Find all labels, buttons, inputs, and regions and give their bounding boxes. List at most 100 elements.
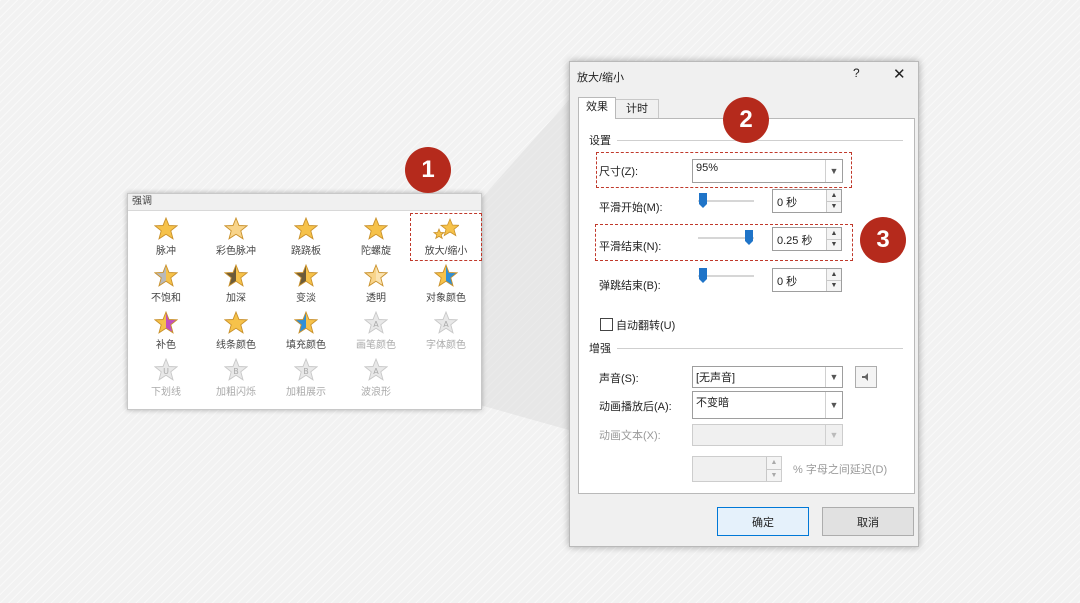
effect-label: 对象颜色 xyxy=(426,293,466,304)
star-brush-color-icon: A xyxy=(364,311,388,334)
svg-text:B: B xyxy=(303,367,309,376)
bounce-end-label: 弹跳结束(B): xyxy=(599,280,661,292)
effect-item: A 画笔颜色 xyxy=(341,308,411,354)
effect-label: 透明 xyxy=(366,293,386,304)
effect-item[interactable]: 跷跷板 xyxy=(271,214,341,260)
callout-1: 1 xyxy=(405,147,451,193)
effect-label: 跷跷板 xyxy=(291,246,321,257)
chevron-down-icon[interactable]: ▼ xyxy=(825,367,842,387)
smooth-start-label: 平滑开始(M): xyxy=(599,202,663,214)
effect-item: U 下划线 xyxy=(131,355,201,401)
spin-up-icon[interactable]: ▲ xyxy=(827,269,841,280)
star-bold-flash-icon: B xyxy=(224,358,248,381)
effect-item[interactable]: 补色 xyxy=(131,308,201,354)
spin-down-icon[interactable]: ▼ xyxy=(827,200,841,212)
after-animation-label: 动画播放后(A): xyxy=(599,401,672,413)
star-complementary-color-icon xyxy=(154,311,178,334)
star-grow-shrink-icon xyxy=(433,217,459,240)
bounce-end-spinner[interactable]: 0 秒 ▲ ▼ xyxy=(772,268,842,292)
star-spin-icon xyxy=(364,217,388,240)
enhancements-group-label: 增强 xyxy=(589,343,611,355)
star-pulse-icon xyxy=(154,217,178,240)
spin-down-icon[interactable]: ▼ xyxy=(827,279,841,291)
svg-text:A: A xyxy=(443,320,449,329)
size-highlight xyxy=(596,152,852,188)
effect-item[interactable]: 填充颜色 xyxy=(271,308,341,354)
smooth-end-highlight xyxy=(595,224,853,261)
letter-delay-label: % 字母之间延迟(D) xyxy=(793,464,888,476)
spin-down-icon: ▼ xyxy=(767,468,781,481)
star-fill-color-icon xyxy=(294,311,318,334)
effect-item[interactable]: 透明 xyxy=(341,261,411,307)
effect-item[interactable]: 脉冲 xyxy=(131,214,201,260)
dialog-title: 放大/缩小 xyxy=(577,72,625,84)
effect-item[interactable]: 加深 xyxy=(201,261,271,307)
chevron-down-icon[interactable]: ▼ xyxy=(825,392,842,418)
star-teeter-icon xyxy=(294,217,318,240)
help-icon[interactable]: ? xyxy=(853,66,860,80)
effect-label: 加粗展示 xyxy=(286,387,326,398)
tab-effect[interactable]: 效果 xyxy=(578,97,616,119)
effect-label: 脉冲 xyxy=(156,246,176,257)
emphasis-gallery: 强调 脉冲 彩色脉冲 跷跷板 陀螺旋 放大/缩小不饱和 加深 变淡 透明 对象颜色补色 线条颜色 填… xyxy=(127,193,482,410)
star-font-color-icon: A xyxy=(434,311,458,334)
bounce-end-slider[interactable] xyxy=(698,268,754,284)
tab-timing[interactable]: 计时 xyxy=(615,99,659,119)
auto-reverse-checkbox[interactable] xyxy=(600,318,613,331)
sound-combo[interactable]: [无声音] ▼ xyxy=(692,366,843,388)
svg-text:A: A xyxy=(373,320,379,329)
callout-3: 3 xyxy=(860,217,906,263)
effect-label: 不饱和 xyxy=(151,293,181,304)
star-desaturate-icon xyxy=(154,264,178,287)
animate-text-label: 动画文本(X): xyxy=(599,430,661,442)
effect-label: 画笔颜色 xyxy=(356,340,396,351)
star-wave-icon: A xyxy=(364,358,388,381)
slider-thumb[interactable] xyxy=(698,268,708,284)
effect-label: 变淡 xyxy=(296,293,316,304)
ok-button[interactable]: 确定 xyxy=(717,507,809,536)
effect-item: B 加粗展示 xyxy=(271,355,341,401)
star-transparency-icon xyxy=(364,264,388,287)
effect-label: 字体颜色 xyxy=(426,340,466,351)
star-line-color-icon xyxy=(224,311,248,334)
svg-text:B: B xyxy=(233,367,239,376)
star-underline-icon: U xyxy=(154,358,178,381)
settings-divider xyxy=(617,139,903,141)
cancel-button[interactable]: 取消 xyxy=(822,507,914,536)
sound-label: 声音(S): xyxy=(599,373,639,385)
spin-up-icon: ▲ xyxy=(767,457,781,469)
smooth-start-slider[interactable] xyxy=(698,193,754,209)
spin-up-icon[interactable]: ▲ xyxy=(827,190,841,201)
effect-item[interactable]: 彩色脉冲 xyxy=(201,214,271,260)
close-icon[interactable]: ✕ xyxy=(893,65,906,83)
effect-item[interactable]: 不饱和 xyxy=(131,261,201,307)
svg-text:A: A xyxy=(373,367,379,376)
gallery-header: 强调 xyxy=(128,194,481,211)
star-object-color-icon xyxy=(434,264,458,287)
after-animation-value: 不变暗 xyxy=(696,397,729,409)
effect-item: B 加粗闪烁 xyxy=(201,355,271,401)
effect-label: 加粗闪烁 xyxy=(216,387,256,398)
smooth-start-spinner[interactable]: 0 秒 ▲ ▼ xyxy=(772,189,842,213)
effect-item[interactable]: 陀螺旋 xyxy=(341,214,411,260)
effect-item[interactable]: 放大/缩小 xyxy=(410,213,482,261)
effect-label: 补色 xyxy=(156,340,176,351)
speaker-icon[interactable] xyxy=(855,366,877,388)
smooth-start-value: 0 秒 xyxy=(777,197,798,209)
enhancements-divider xyxy=(617,347,903,349)
effect-label: 填充颜色 xyxy=(286,340,326,351)
star-darken-icon xyxy=(224,264,248,287)
effect-label: 波浪形 xyxy=(361,387,391,398)
auto-reverse-label[interactable]: 自动翻转(U) xyxy=(616,317,675,333)
slider-thumb[interactable] xyxy=(698,193,708,209)
effect-label: 加深 xyxy=(226,293,246,304)
settings-group-label: 设置 xyxy=(589,135,611,147)
chevron-down-icon: ▼ xyxy=(825,425,842,445)
effect-item[interactable]: 对象颜色 xyxy=(411,261,481,307)
star-bold-reveal-icon: B xyxy=(294,358,318,381)
sound-value: [无声音] xyxy=(696,372,736,384)
effect-item[interactable]: 变淡 xyxy=(271,261,341,307)
after-animation-combo[interactable]: 不变暗 ▼ xyxy=(692,391,843,419)
effect-item[interactable]: 线条颜色 xyxy=(201,308,271,354)
effect-item: A 字体颜色 xyxy=(411,308,481,354)
